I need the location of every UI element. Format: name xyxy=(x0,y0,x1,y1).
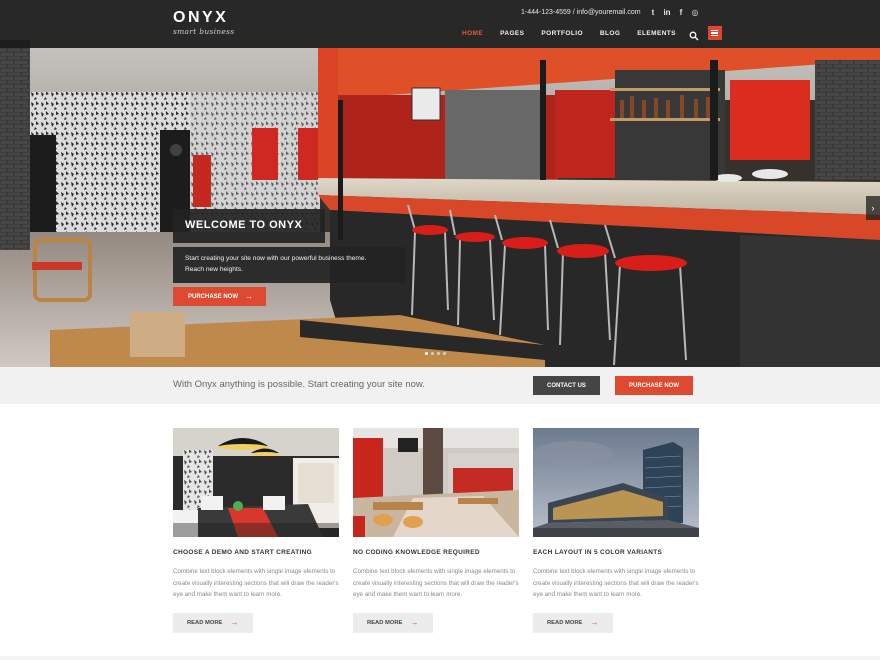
feature-card: EACH LAYOUT IN 5 COLOR VARIANTS Combine … xyxy=(533,428,699,633)
read-more-button[interactable]: READ MORE → xyxy=(353,612,433,633)
cta-bar: With Onyx anything is possible. Start cr… xyxy=(0,367,880,404)
twitter-icon[interactable]: t xyxy=(646,8,660,17)
slider-dots xyxy=(425,352,446,355)
arrow-right-icon: → xyxy=(230,618,239,627)
logo-name: ONYX xyxy=(173,9,229,26)
hero-purchase-label: PURCHASE NOW xyxy=(188,293,239,300)
slider-dot[interactable] xyxy=(443,352,446,355)
facebook-icon[interactable]: f xyxy=(674,8,688,17)
feature-title: NO CODING KNOWLEDGE REQUIRED xyxy=(353,549,480,556)
instagram-icon[interactable]: ◎ xyxy=(688,8,702,17)
nav-pages[interactable]: PAGES xyxy=(500,30,524,37)
hero-description-line1: Start creating your site now with our po… xyxy=(185,255,367,262)
nav-elements[interactable]: ELEMENTS xyxy=(637,30,676,37)
read-more-label: READ MORE xyxy=(187,619,223,626)
logo-tagline: smart business xyxy=(173,27,235,36)
page: WELCOME TO ONYX Start creating your site… xyxy=(0,0,880,660)
slider-next-icon[interactable]: › xyxy=(866,196,880,220)
nav-home[interactable]: HOME xyxy=(462,30,483,37)
linkedin-icon[interactable]: in xyxy=(660,8,674,17)
feature-text: Combine text block elements with single … xyxy=(173,568,339,598)
main-nav: HOME PAGES PORTFOLIO BLOG ELEMENTS xyxy=(462,26,722,41)
hero-purchase-button[interactable]: PURCHASE NOW → xyxy=(173,287,266,306)
hero-title: WELCOME TO ONYX xyxy=(173,209,325,243)
logo[interactable]: ONYX smart business xyxy=(173,9,234,36)
arrow-right-icon: → xyxy=(590,618,599,627)
feature-image[interactable] xyxy=(173,428,339,537)
slider-dot[interactable] xyxy=(425,352,428,355)
slider-dot[interactable] xyxy=(431,352,434,355)
feature-text: Combine text block elements with single … xyxy=(353,568,519,598)
feature-card: NO CODING KNOWLEDGE REQUIRED Combine tex… xyxy=(353,428,519,633)
hero-description-line2: Reach new heights. xyxy=(185,266,243,273)
arrow-right-icon: → xyxy=(245,292,254,301)
contact-info: 1-444-123-4559 / info@youremail.com xyxy=(521,9,641,16)
search-icon[interactable] xyxy=(689,28,699,41)
feature-title: CHOOSE A DEMO AND START CREATING xyxy=(173,549,312,556)
feature-image[interactable] xyxy=(533,428,699,537)
feature-title: EACH LAYOUT IN 5 COLOR VARIANTS xyxy=(533,549,663,556)
contact-us-button[interactable]: CONTACT US xyxy=(533,376,600,395)
footer-divider xyxy=(0,656,880,660)
arrow-right-icon: → xyxy=(410,618,419,627)
site-header: ONYX smart business 1-444-123-4559 / inf… xyxy=(0,0,880,48)
read-more-button[interactable]: READ MORE → xyxy=(173,612,253,633)
feature-card: CHOOSE A DEMO AND START CREATING Combine… xyxy=(173,428,339,633)
hero-image xyxy=(0,0,880,367)
social-links: t in f ◎ xyxy=(646,8,702,17)
feature-text: Combine text block elements with single … xyxy=(533,568,699,598)
purchase-now-button[interactable]: PURCHASE NOW xyxy=(615,376,693,395)
hamburger-menu-icon[interactable] xyxy=(707,26,722,40)
read-more-label: READ MORE xyxy=(367,619,403,626)
read-more-button[interactable]: READ MORE → xyxy=(533,612,613,633)
feature-image[interactable] xyxy=(353,428,519,537)
nav-portfolio[interactable]: PORTFOLIO xyxy=(541,30,583,37)
hero-description: Start creating your site now with our po… xyxy=(173,247,406,283)
read-more-label: READ MORE xyxy=(547,619,583,626)
hero-slider: WELCOME TO ONYX Start creating your site… xyxy=(0,0,880,367)
cta-text: With Onyx anything is possible. Start cr… xyxy=(173,379,425,390)
nav-blog[interactable]: BLOG xyxy=(600,30,620,37)
slider-dot[interactable] xyxy=(437,352,440,355)
